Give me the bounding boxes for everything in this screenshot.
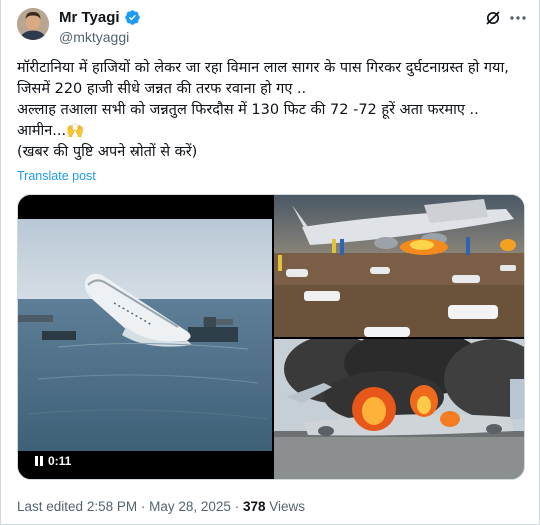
crash-site-photo[interactable] <box>274 195 524 337</box>
meta-separator: · <box>140 499 146 514</box>
pause-icon[interactable] <box>35 456 43 466</box>
translate-post-link[interactable]: Translate post <box>17 169 96 183</box>
author-display-name[interactable]: Mr Tyagi <box>59 9 120 26</box>
views-label: Views <box>269 499 306 514</box>
tweet-line: (खबर की पुष्टि अपने स्रोतों से करें) <box>17 144 198 160</box>
post-meta: Last edited 2:58 PM · May 28, 2025 · 378… <box>17 499 305 514</box>
tweet-line: आमीन...🙌 <box>17 123 85 139</box>
video-time: 0:11 <box>48 454 72 468</box>
verified-badge-icon <box>124 9 141 26</box>
plane-sinking-image <box>18 219 272 451</box>
media-grid: 0:11 <box>17 194 525 480</box>
edited-label[interactable]: Last edited <box>17 499 83 514</box>
burning-plane-photo[interactable] <box>274 339 524 479</box>
avatar[interactable] <box>17 8 49 40</box>
author-name-row: Mr Tyagi <box>59 9 141 26</box>
video-player[interactable]: 0:11 <box>18 195 272 479</box>
more-options-icon[interactable] <box>509 10 527 26</box>
tweet-line: मॉरीटानिया में हाजियों को लेकर जा रहा वि… <box>17 60 514 97</box>
meta-separator: · <box>234 499 240 514</box>
tweet-text: मॉरीटानिया में हाजियों को लेकर जा रहा वि… <box>17 58 527 163</box>
post-date[interactable]: May 28, 2025 <box>149 499 231 514</box>
post-time[interactable]: 2:58 PM <box>87 499 137 514</box>
grok-icon[interactable] <box>485 10 501 26</box>
views-count: 378 <box>242 499 266 514</box>
post-card: Mr Tyagi @mktyaggi मॉरीटानिया में हाजियो… <box>0 0 540 525</box>
tweet-line: अल्लाह तआला सभी को जन्नतुल फिरदौस में 13… <box>17 102 479 118</box>
author-handle[interactable]: @mktyaggi <box>59 29 129 45</box>
video-time-badge[interactable]: 0:11 <box>28 451 79 471</box>
